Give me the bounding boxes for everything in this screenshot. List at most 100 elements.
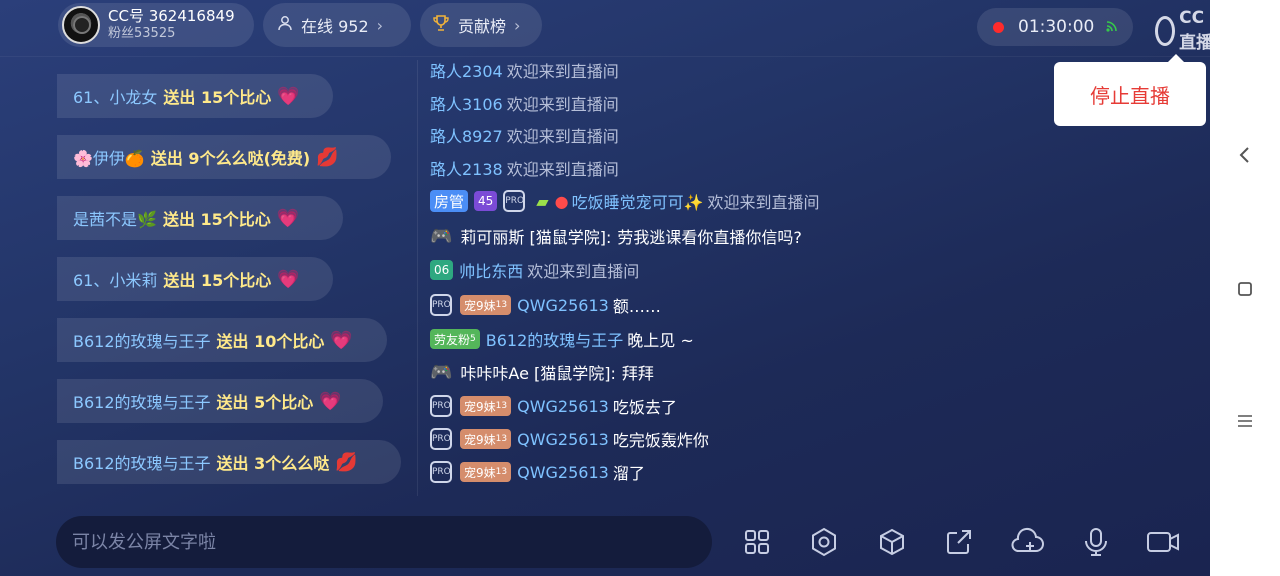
chat-user[interactable]: 吃饭睡觉宠可可✨ [572,189,704,213]
pet-badge: 宠9妹 13 [460,429,512,449]
chat-text: 劳我逃课看你直播你信吗? [617,228,802,247]
chat-message: 06 帅比东西 欢迎来到直播间 [430,257,639,283]
chat-user[interactable]: 路人8927 [430,123,503,147]
chat-message: 路人3106 欢迎来到直播间 [430,90,619,116]
pet-badge-label: 宠9妹 [464,298,496,313]
gift-user[interactable]: 🌸伊伊🍊 [73,145,145,169]
chat-user[interactable]: QWG25613 [517,296,609,315]
chat-text: 吃完饭轰炸你 [612,431,709,450]
chat-text: 晚上见 ~ [627,331,694,350]
fan-badge-label: 劳友粉 [434,332,471,347]
chat-user[interactable]: QWG25613 [517,430,609,449]
kiss-gift-icon: 💋 [335,451,358,473]
streamer-profile[interactable]: CC号 362416849 粉丝53525 [58,3,254,47]
welcome-text: 欢迎来到直播间 [506,95,619,114]
online-count-button[interactable]: 在线 952 › [263,3,411,47]
contribution-rank-button[interactable]: 贡献榜 › [420,3,542,47]
chat-text: 吃饭去了 [612,398,677,417]
chat-user[interactable]: 路人2304 [430,58,503,82]
pet-badge: 宠9妹 13 [460,462,512,482]
pet-badge-label: 宠9妹 [464,399,496,414]
level-badge: 45 [474,191,498,211]
admin-badge: 房管 [430,190,469,212]
chat-message: 路人2138 欢迎来到直播间 [430,155,619,181]
chat-user[interactable]: QWG25613 [517,397,609,416]
camera-icon[interactable] [1145,524,1181,560]
pet-badge-level: 13 [495,401,508,411]
stop-live-button[interactable]: 停止直播 [1054,54,1206,126]
gift-item: 🌸伊伊🍊 送出 9个么么哒(免费) 💋 [57,135,391,179]
back-icon[interactable] [1232,142,1258,168]
pet-badge-label: 宠9妹 [464,465,496,480]
fan-badge-level: 5 [470,334,476,344]
welcome-text: 欢迎来到直播间 [506,62,619,81]
gift-item: B612的玫瑰与王子 送出 5个比心 💗 [57,379,383,423]
settings-gear-icon[interactable] [806,524,842,560]
gamepad-icon: 🎮 [430,361,453,383]
shield-icon: PRO [430,395,452,417]
chat-message: PRO 宠9妹 13 QWG25613 吃完饭轰炸你 [430,426,709,452]
live-timer: 01:30:00 [977,8,1133,46]
chat-text: 溜了 [612,464,645,483]
heart-gift-icon: 💗 [276,207,300,229]
shield-icon: PRO [503,190,526,212]
gift-user[interactable]: B612的玫瑰与王子 [73,389,211,413]
timer-text: 01:30:00 [1018,17,1095,37]
chat-user[interactable]: 莉可丽斯 [猫鼠学院]: [460,224,611,248]
gift-user[interactable]: 61、小米莉 [73,267,157,291]
chat-input[interactable] [56,516,712,568]
chat-message: PRO 宠9妹 13 QWG25613 溜了 [430,459,645,485]
box-3d-icon[interactable] [874,524,910,560]
pet-badge-level: 13 [495,300,508,310]
apps-grid-icon[interactable] [739,524,775,560]
share-icon[interactable] [941,524,977,560]
chat-user[interactable]: B612的玫瑰与王子 [486,327,624,351]
chat-user[interactable]: 路人2138 [430,156,503,180]
gift-item: B612的玫瑰与王子 送出 10个比心 💗 [57,318,387,362]
pet-badge-level: 13 [495,434,508,444]
gift-user[interactable]: 61、小龙女 [73,84,157,108]
mascot-icon [1155,15,1176,46]
chat-message: 劳友粉 5 B612的玫瑰与王子 晚上见 ~ [430,326,694,352]
shield-icon: PRO [430,428,452,450]
gift-user[interactable]: 是茜不是🌿 [73,206,157,230]
gift-action: 送出 15个比心 [162,210,271,229]
gift-item: 61、小龙女 送出 15个比心 💗 [57,74,333,118]
home-icon[interactable] [1232,276,1258,302]
fans-count: 粉丝53525 [108,26,176,41]
chat-user[interactable]: 路人3106 [430,91,503,115]
pet-badge: 宠9妹 13 [460,295,512,315]
panel-divider [417,60,418,496]
gift-action: 送出 15个比心 [163,271,272,290]
gift-user[interactable]: B612的玫瑰与王子 [73,450,211,474]
level-badge: 06 [430,260,454,280]
cc-id: CC号 362416849 [108,7,235,25]
live-room-stage: CC号 362416849 粉丝53525 在线 952 › 贡献榜 › 01:… [0,0,1210,576]
pet-badge: 宠9妹 13 [460,396,512,416]
cc-live-logo: CC直播 [1155,8,1210,53]
chat-user[interactable]: 咔咔咔Ae [猫鼠学院]: [460,360,615,384]
chevron-right-icon: › [376,15,384,35]
microphone-icon[interactable] [1078,524,1114,560]
cloud-add-icon[interactable] [1009,524,1045,560]
gift-item: B612的玫瑰与王子 送出 3个么么哒 💋 [57,440,401,484]
welcome-text: 欢迎来到直播间 [527,262,640,281]
heart-gift-icon: 💗 [277,85,300,107]
chat-message: 🎮 咔咔咔Ae [猫鼠学院]: 拜拜 [430,359,654,385]
gift-action: 送出 3个么么哒 [216,454,330,473]
chat-message: PRO 宠9妹 13 QWG25613 额…… [430,292,661,318]
welcome-text: 欢迎来到直播间 [506,160,619,179]
leaf-badge-icon: ▰ [536,191,549,211]
avatar[interactable] [62,6,100,44]
menu-icon[interactable] [1232,408,1258,434]
gift-action: 送出 5个比心 [216,393,314,412]
gift-action: 送出 15个比心 [163,88,272,107]
gift-user[interactable]: B612的玫瑰与王子 [73,328,211,352]
pet-badge-level: 13 [495,467,508,477]
signal-icon [1106,20,1118,35]
gift-action: 送出 10个比心 [216,332,325,351]
chat-user[interactable]: 帅比东西 [459,258,523,282]
chat-message: 路人8927 欢迎来到直播间 [430,122,619,148]
gift-item: 61、小米莉 送出 15个比心 💗 [57,257,333,301]
chat-user[interactable]: QWG25613 [517,463,609,482]
